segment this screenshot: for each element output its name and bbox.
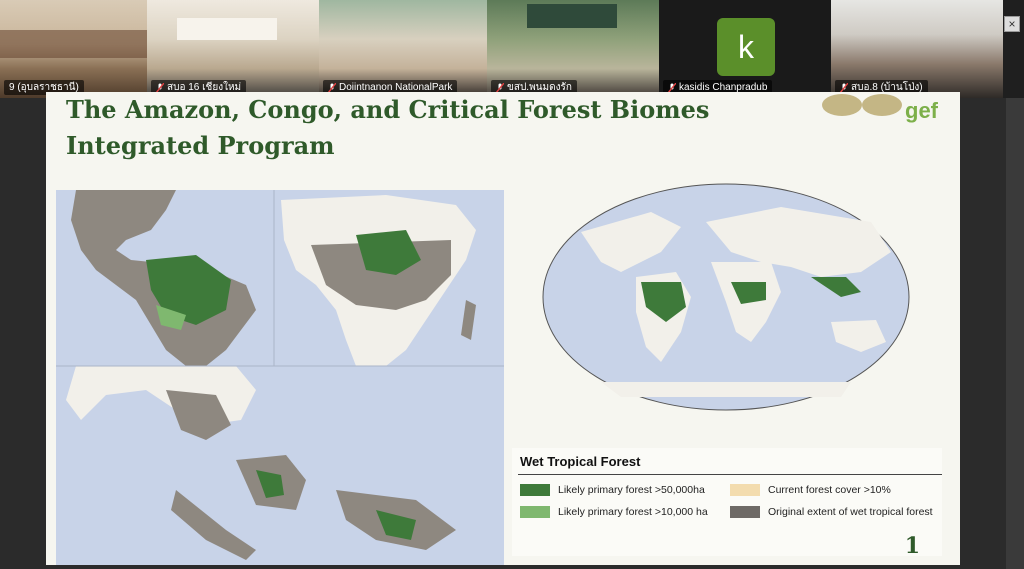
legend-swatch: [730, 484, 760, 496]
map-legend: Wet Tropical Forest Likely primary fores…: [512, 448, 942, 556]
slide-title-line-2: Integrated Program: [66, 131, 335, 160]
legend-title: Wet Tropical Forest: [520, 454, 641, 469]
slide-page-number: 1: [904, 533, 920, 559]
emblem-icon: [862, 94, 902, 116]
shared-slide: The Amazon, Congo, and Critical Forest B…: [46, 92, 960, 565]
mic-muted-icon: [328, 82, 336, 93]
legend-label: Likely primary forest >50,000ha: [558, 484, 705, 496]
participant-tile-2[interactable]: สบอ 16 เชียงใหม่: [147, 0, 319, 98]
video-detail: [177, 18, 277, 40]
world-map-graphic: [542, 183, 910, 411]
slide-title-line-1: The Amazon, Congo, and Critical Forest B…: [66, 95, 710, 124]
gef-logo: gef: [905, 98, 938, 123]
legend-divider: [518, 474, 942, 475]
close-icon[interactable]: ×: [1004, 16, 1020, 32]
participant-strip: 9 (อุบลราชธานี) สบอ 16 เชียงใหม่ Doiintn…: [0, 0, 1024, 98]
participant-tile-3[interactable]: Doiintnanon NationalPark: [319, 0, 487, 98]
legend-label: Original extent of wet tropical forest: [768, 506, 933, 518]
slide-title: The Amazon, Congo, and Critical Forest B…: [66, 92, 709, 164]
mic-muted-icon: [156, 82, 164, 93]
legend-item: Original extent of wet tropical forest: [730, 506, 933, 518]
legend-label: Current forest cover >10%: [768, 484, 891, 496]
legend-label: Likely primary forest >10,000 ha: [558, 506, 708, 518]
tropics-map-graphic: [56, 190, 504, 565]
video-detail: [0, 30, 147, 58]
participant-tile-4[interactable]: ขสป.พนมดงรัก: [487, 0, 659, 98]
emblem-icon: [822, 94, 862, 116]
participant-tile-6[interactable]: สบอ.8 (บ้านโป่ง): [831, 0, 1003, 98]
mic-muted-icon: [496, 82, 504, 93]
video-detail: [527, 4, 617, 28]
world-map: [541, 182, 911, 412]
legend-item: Current forest cover >10%: [730, 484, 891, 496]
legend-item: Likely primary forest >10,000 ha: [520, 506, 708, 518]
participant-tile-1[interactable]: 9 (อุบลราชธานี): [0, 0, 147, 98]
legend-swatch: [520, 484, 550, 496]
mic-muted-icon: [668, 82, 676, 93]
legend-item: Likely primary forest >50,000ha: [520, 484, 705, 496]
legend-swatch: [520, 506, 550, 518]
mic-muted-icon: [840, 82, 848, 93]
participant-tile-5[interactable]: k kasidis Chanpradub: [659, 0, 831, 98]
legend-swatch: [730, 506, 760, 518]
avatar: k: [717, 18, 775, 76]
tropics-map: [56, 190, 504, 565]
side-panel-edge: [1006, 98, 1024, 569]
